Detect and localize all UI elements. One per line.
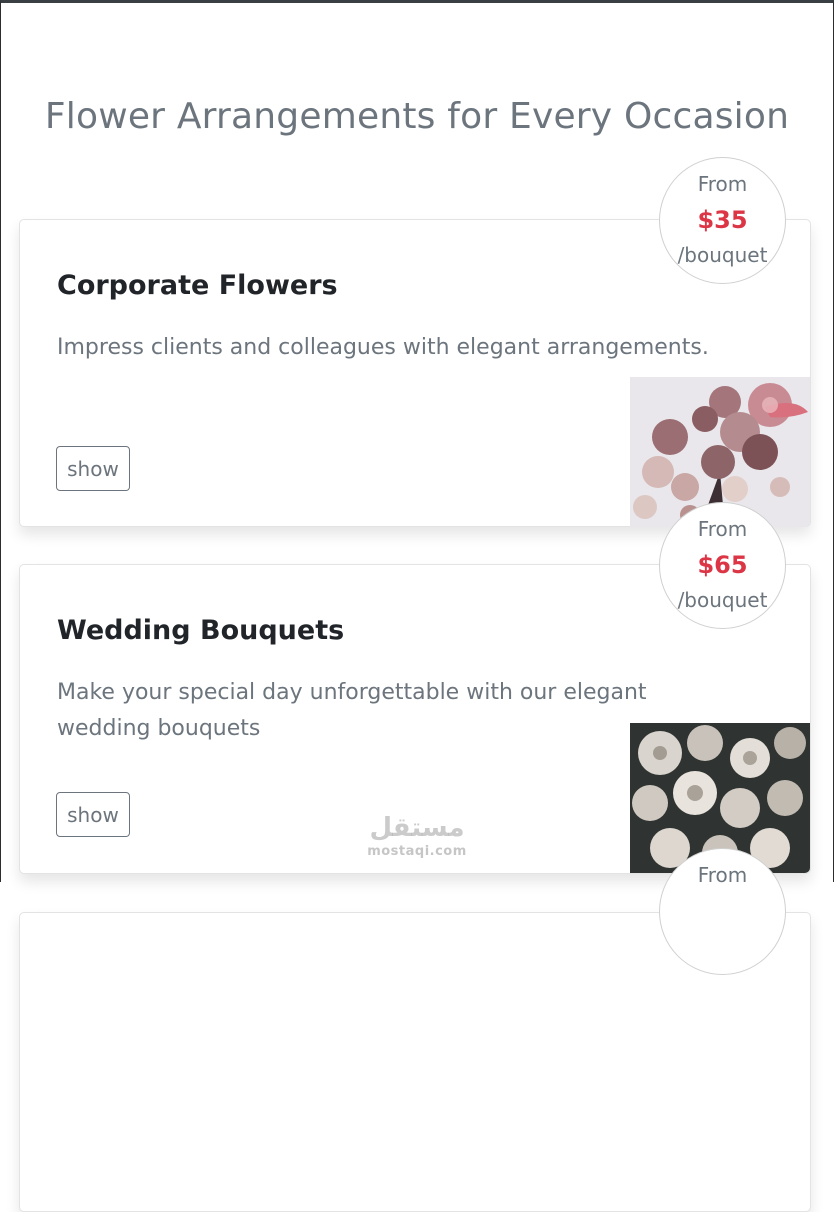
price-badge: From (659, 848, 786, 975)
price-unit: /bouquet (677, 588, 768, 612)
page-title: Flower Arrangements for Every Occasion (44, 96, 790, 137)
price-unit: /bouquet (677, 243, 768, 267)
card-title: Wedding Bouquets (57, 615, 345, 646)
card-description: Impress clients and colleagues with eleg… (57, 335, 709, 360)
price-amount: $65 (697, 551, 748, 579)
show-button[interactable]: show (56, 446, 130, 491)
price-from-label: From (697, 863, 748, 887)
price-badge: From $65 /bouquet (659, 502, 786, 629)
price-badge: From $35 /bouquet (659, 157, 786, 284)
price-from-label: From (697, 172, 748, 196)
price-from-label: From (697, 517, 748, 541)
price-amount: $35 (697, 206, 748, 234)
card-title: Corporate Flowers (57, 270, 338, 301)
show-button[interactable]: show (56, 792, 130, 837)
